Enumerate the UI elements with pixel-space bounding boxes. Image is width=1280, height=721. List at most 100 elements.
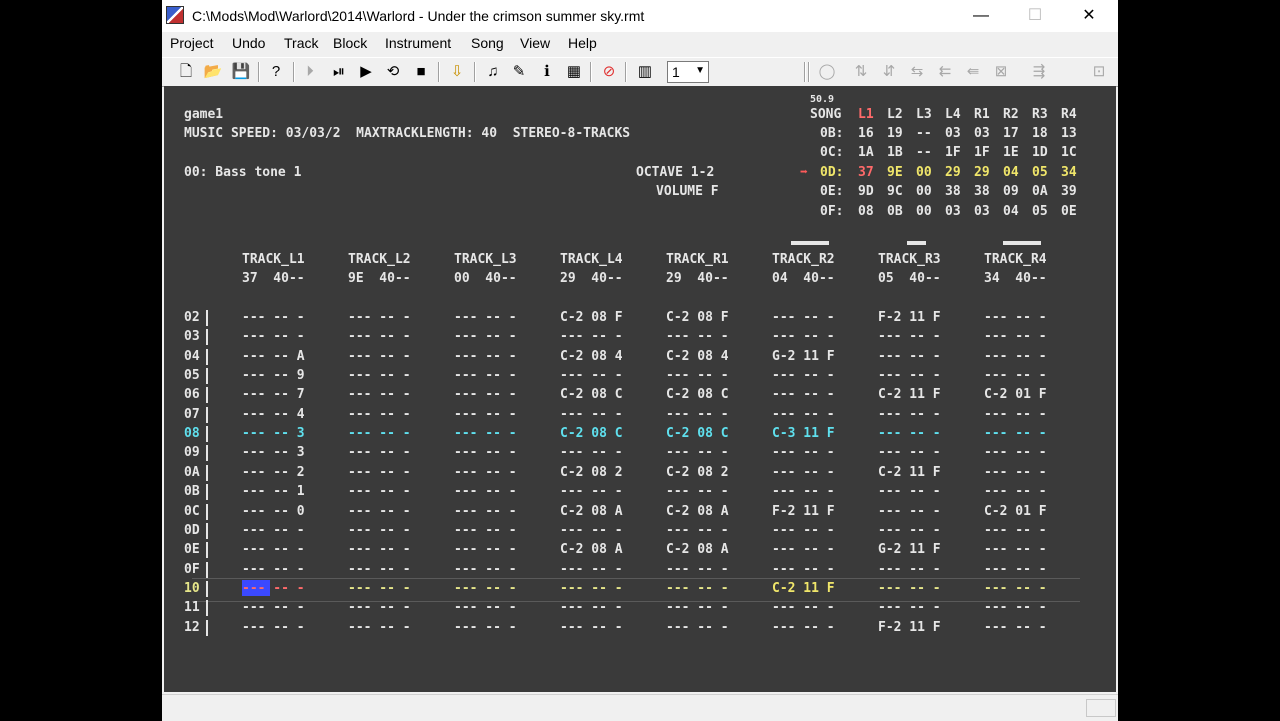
pattern-cell[interactable]: --- -- - bbox=[242, 329, 305, 345]
menu-project[interactable]: Project bbox=[170, 35, 214, 51]
pattern-cell[interactable]: --- -- - bbox=[666, 562, 729, 578]
pattern-cell[interactable]: --- -- - bbox=[666, 368, 729, 384]
menu-instrument[interactable]: Instrument bbox=[385, 35, 451, 51]
pattern-cell[interactable]: --- -- - bbox=[454, 407, 517, 423]
transpose-up-icon[interactable]: ⇅ bbox=[850, 61, 872, 83]
pattern-cell[interactable]: --- -- - bbox=[348, 465, 411, 481]
pattern-cell[interactable]: --- -- - bbox=[560, 581, 623, 597]
menu-track[interactable]: Track bbox=[284, 35, 318, 51]
pattern-cell[interactable]: --- -- - bbox=[984, 600, 1047, 616]
pattern-cell[interactable]: --- -- - bbox=[454, 542, 517, 558]
pattern-cell[interactable]: --- -- - bbox=[454, 523, 517, 539]
pattern-cell[interactable]: --- -- - bbox=[242, 562, 305, 578]
pattern-cell[interactable]: --- -- - bbox=[984, 368, 1047, 384]
pattern-cell[interactable]: C-2 08 2 bbox=[666, 465, 729, 481]
pattern-cell[interactable]: G-2 11 F bbox=[878, 542, 941, 558]
pattern-cell[interactable]: --- -- - bbox=[984, 407, 1047, 423]
pattern-cell[interactable]: C-2 08 A bbox=[666, 542, 729, 558]
pattern-cell[interactable]: --- -- - bbox=[348, 620, 411, 636]
pattern-cell[interactable]: --- -- - bbox=[348, 581, 411, 597]
pattern-cell[interactable]: F-2 11 F bbox=[772, 504, 835, 520]
pattern-cell[interactable]: --- -- - bbox=[454, 581, 517, 597]
pattern-cell[interactable]: C-2 11 F bbox=[772, 581, 835, 597]
pattern-cell[interactable]: --- -- - bbox=[560, 368, 623, 384]
pattern-cell[interactable]: --- -- - bbox=[348, 387, 411, 403]
pattern-cell[interactable]: --- -- - bbox=[454, 387, 517, 403]
pattern-cell[interactable]: --- -- 2 bbox=[242, 465, 305, 481]
pattern-cell[interactable]: --- -- - bbox=[878, 445, 941, 461]
new-file-icon[interactable]: 🗋 bbox=[175, 61, 197, 83]
pattern-cell[interactable]: --- -- - bbox=[772, 562, 835, 578]
menu-help[interactable]: Help bbox=[568, 35, 597, 51]
pattern-cell[interactable]: --- -- - bbox=[454, 600, 517, 616]
pattern-cell[interactable]: --- -- - bbox=[348, 562, 411, 578]
pattern-cell[interactable]: --- -- - bbox=[772, 523, 835, 539]
pattern-cell[interactable]: C-2 01 F bbox=[984, 387, 1047, 403]
play-from-start-icon[interactable]: ⏵ bbox=[299, 61, 321, 83]
transpose-down-icon[interactable]: ⇵ bbox=[878, 61, 900, 83]
pattern-cell[interactable]: --- -- - bbox=[242, 523, 305, 539]
pattern-cell[interactable]: --- -- - bbox=[242, 542, 305, 558]
pattern-cell[interactable]: --- -- - bbox=[454, 620, 517, 636]
no-record-icon[interactable]: ⊘ bbox=[598, 61, 620, 83]
pattern-cell[interactable]: C-2 01 F bbox=[984, 504, 1047, 520]
menu-song[interactable]: Song bbox=[471, 35, 504, 51]
pattern-cell[interactable]: --- -- - bbox=[560, 407, 623, 423]
current-instrument[interactable]: 00: Bass tone 1 bbox=[184, 165, 301, 181]
pattern-cell[interactable]: C-2 08 C bbox=[560, 387, 623, 403]
menu-view[interactable]: View bbox=[520, 35, 550, 51]
pattern-cell[interactable]: C-2 08 4 bbox=[666, 349, 729, 365]
pattern-cell[interactable]: --- -- - bbox=[348, 600, 411, 616]
pattern-cell[interactable]: --- -- A bbox=[242, 349, 305, 365]
pattern-cell[interactable]: --- -- - bbox=[878, 407, 941, 423]
record-circle-icon[interactable]: ◯ bbox=[816, 61, 838, 83]
pattern-cell[interactable]: --- -- - bbox=[454, 465, 517, 481]
pattern-cell[interactable]: --- -- 0 bbox=[242, 504, 305, 520]
pattern-cell[interactable]: C-2 08 A bbox=[560, 542, 623, 558]
pattern-cell[interactable]: --- -- - bbox=[878, 600, 941, 616]
pattern-cell[interactable]: --- -- - bbox=[984, 620, 1047, 636]
pattern-cell[interactable]: --- -- - bbox=[984, 329, 1047, 345]
pattern-cell[interactable]: --- -- - bbox=[772, 368, 835, 384]
pattern-cell[interactable]: --- -- - bbox=[348, 368, 411, 384]
pattern-cell[interactable]: --- -- - bbox=[560, 523, 623, 539]
follow-play-icon[interactable]: ⇩ bbox=[446, 61, 468, 83]
pattern-cell[interactable]: --- -- - bbox=[984, 562, 1047, 578]
pattern-cell[interactable]: --- -- - bbox=[560, 562, 623, 578]
all-icon[interactable]: ⇶ bbox=[1028, 61, 1050, 83]
pattern-cell[interactable]: --- -- - bbox=[348, 349, 411, 365]
pattern-cell[interactable]: --- -- - bbox=[666, 600, 729, 616]
pattern-cell[interactable]: --- -- - bbox=[348, 407, 411, 423]
pattern-cell[interactable]: --- -- - bbox=[560, 445, 623, 461]
pattern-cell[interactable]: --- -- 4 bbox=[242, 407, 305, 423]
clear-icon[interactable]: ⊠ bbox=[990, 61, 1012, 83]
pattern-cell[interactable]: --- -- - bbox=[454, 484, 517, 500]
pattern-cell[interactable]: F-2 11 F bbox=[878, 620, 941, 636]
pattern-cell[interactable]: --- -- - bbox=[666, 407, 729, 423]
pattern-cell[interactable]: --- -- 9 bbox=[242, 368, 305, 384]
pattern-cell[interactable]: --- -- - bbox=[348, 445, 411, 461]
pattern-cell[interactable]: G-2 11 F bbox=[772, 349, 835, 365]
expand-icon[interactable]: ⊡ bbox=[1088, 61, 1110, 83]
pattern-cell[interactable]: --- -- - bbox=[878, 562, 941, 578]
pattern-cell[interactable]: C-3 11 F bbox=[772, 426, 835, 442]
pattern-cell[interactable]: --- -- - bbox=[984, 310, 1047, 326]
pattern-cell[interactable]: --- -- - bbox=[984, 581, 1047, 597]
pattern-cell[interactable]: --- -- - bbox=[984, 523, 1047, 539]
info-icon[interactable]: ℹ bbox=[536, 61, 558, 83]
pattern-cell[interactable]: --- -- - bbox=[348, 329, 411, 345]
pattern-cell[interactable]: --- -- - bbox=[454, 368, 517, 384]
pattern-cell[interactable]: --- -- - bbox=[772, 329, 835, 345]
pattern-cell[interactable]: --- -- - bbox=[560, 620, 623, 636]
pattern-cell[interactable]: --- -- - bbox=[348, 504, 411, 520]
pattern-cell[interactable]: --- -- - bbox=[560, 484, 623, 500]
pattern-cell[interactable]: --- -- - bbox=[878, 329, 941, 345]
pattern-cell[interactable]: --- -- - bbox=[772, 484, 835, 500]
pattern-cell[interactable]: --- -- - bbox=[878, 368, 941, 384]
pattern-cell[interactable]: C-2 08 F bbox=[666, 310, 729, 326]
menu-undo[interactable]: Undo bbox=[232, 35, 265, 51]
pattern-cell[interactable]: --- -- - bbox=[666, 581, 729, 597]
pattern-cell[interactable]: --- -- - bbox=[984, 465, 1047, 481]
pattern-cell[interactable]: --- -- 7 bbox=[242, 387, 305, 403]
pattern-cell[interactable]: --- -- - bbox=[454, 504, 517, 520]
